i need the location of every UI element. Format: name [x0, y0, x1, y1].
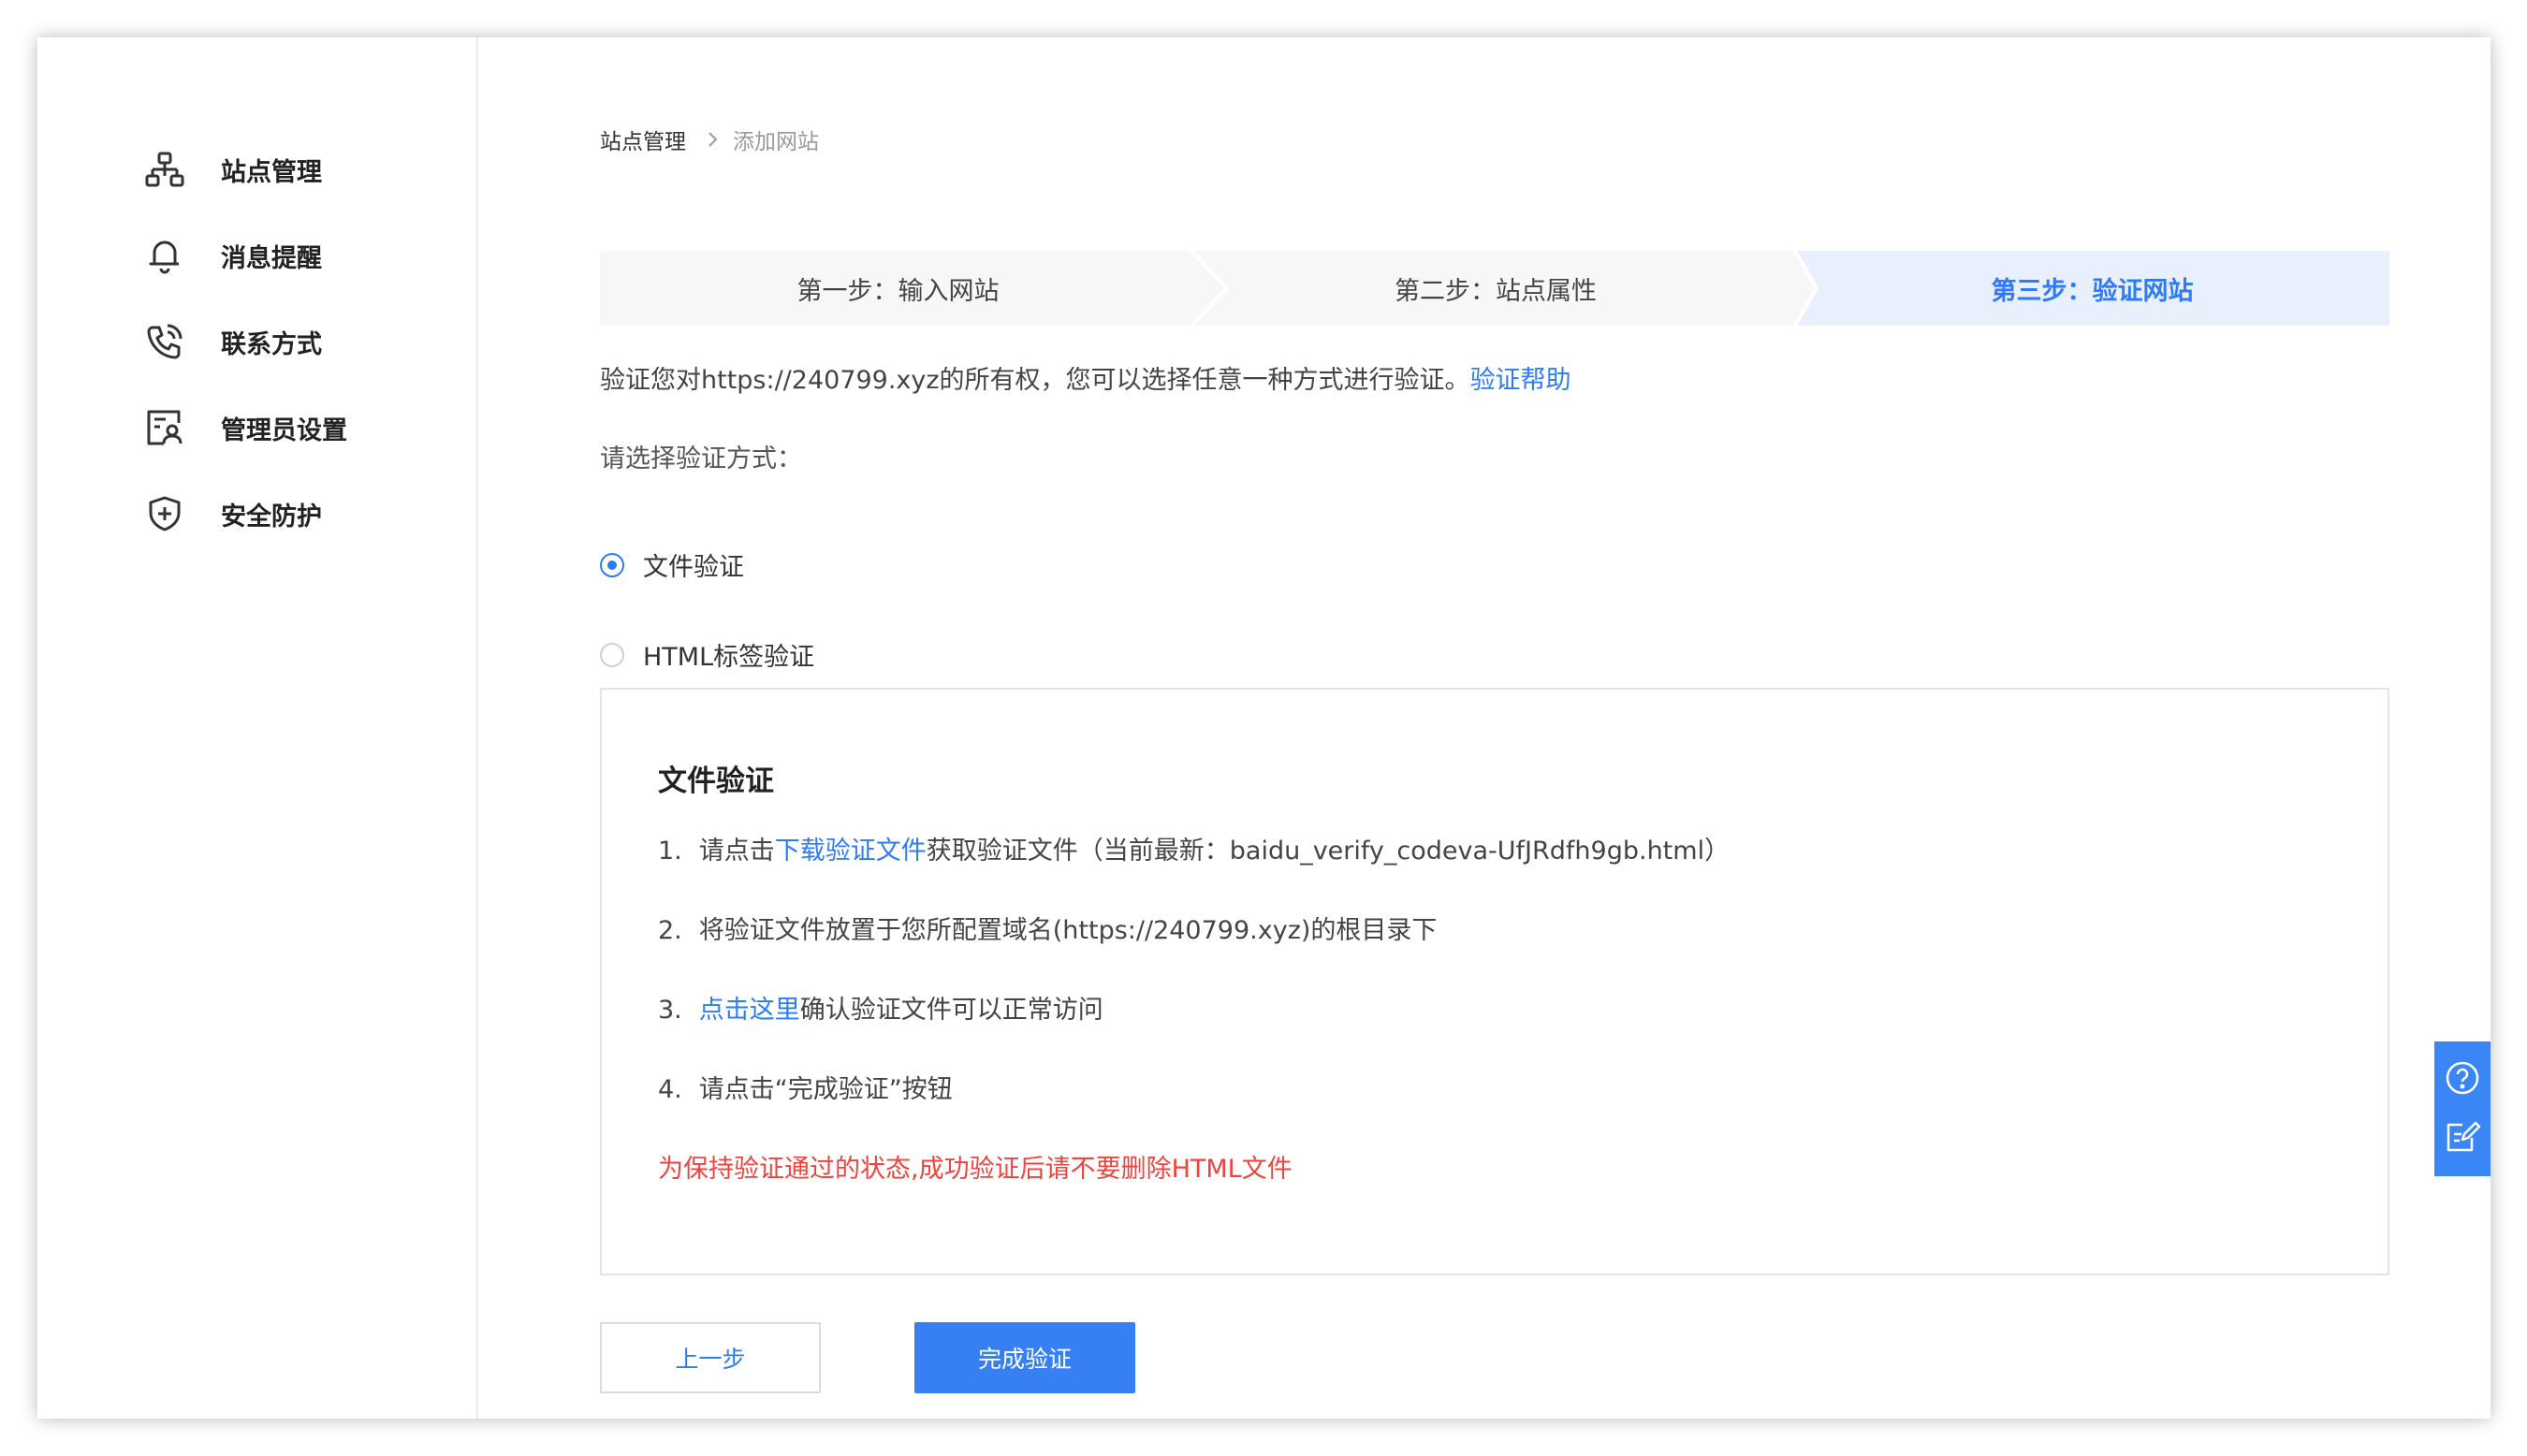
step-indicator: 第一步：输入网站 第二步：站点属性 第三步：验证网站 [600, 251, 2389, 326]
sidebar-item-label: 站点管理 [221, 157, 322, 187]
warning-text: 为保持验证通过的状态,成功验证后请不要删除HTML文件 [658, 1155, 1293, 1184]
sidebar-item-contact[interactable]: 联系方式 [144, 313, 322, 370]
chevron-right-icon [707, 130, 720, 149]
step-text: 确认验证文件可以正常访问 [799, 996, 1103, 1025]
help-circle-icon[interactable] [2444, 1059, 2481, 1100]
step-number: 4. [658, 1075, 682, 1104]
edit-note-icon[interactable] [2444, 1117, 2481, 1158]
instruction-step-1: 1. 请点击下载验证文件获取验证文件（当前最新：baidu_verify_code… [658, 830, 1730, 866]
sidebar: 站点管理 消息提醒 联系方式 管理员设置 安全防护 [37, 37, 478, 1419]
bell-icon [144, 235, 185, 276]
sidebar-item-site-management[interactable]: 站点管理 [144, 141, 322, 197]
radio-label: 文件验证 [643, 553, 744, 582]
floating-help-panel [2434, 1041, 2490, 1176]
complete-verification-button[interactable]: 完成验证 [914, 1322, 1135, 1393]
html-tag-verify-radio[interactable] [600, 642, 624, 667]
step-number: 3. [658, 996, 682, 1025]
step-1: 第一步：输入网站 [796, 276, 1000, 306]
verify-help-link[interactable]: 验证帮助 [1470, 366, 1571, 395]
step-text: 请点击“完成验证”按钮 [698, 1075, 953, 1104]
instruction-step-2: 2. 将验证文件放置于您所配置域名(https://240799.xyz)的根目录… [658, 910, 1437, 946]
sidebar-item-admin-settings[interactable]: 管理员设置 [144, 400, 347, 456]
instruction-step-4: 4. 请点击“完成验证”按钮 [658, 1069, 953, 1105]
sidebar-item-label: 安全防护 [221, 502, 322, 531]
choose-method-label: 请选择验证方式： [600, 444, 802, 473]
card-title: 文件验证 [658, 764, 774, 798]
step-text: 获取验证文件（当前最新：baidu_verify_codeva-UfJRdfh9… [926, 837, 1731, 866]
click-here-link[interactable]: 点击这里 [699, 996, 800, 1025]
step-number: 2. [658, 916, 682, 945]
previous-step-button[interactable]: 上一步 [600, 1322, 821, 1393]
radio-label: HTML标签验证 [643, 643, 815, 672]
download-verify-file-link[interactable]: 下载验证文件 [775, 837, 927, 866]
instruction-step-3: 3. 点击这里确认验证文件可以正常访问 [658, 989, 1103, 1026]
method-file-radio-option[interactable]: 文件验证 [600, 546, 744, 583]
sitemap-icon [144, 149, 185, 190]
breadcrumb-root-link[interactable]: 站点管理 [600, 124, 686, 155]
shield-plus-icon [144, 493, 185, 534]
intro-text: 验证您对https://240799.xyz的所有权，您可以选择任意一种方式进行… [600, 366, 1470, 395]
breadcrumb-current: 添加网站 [733, 130, 819, 154]
sidebar-item-label: 消息提醒 [221, 243, 322, 273]
sidebar-item-label: 管理员设置 [221, 415, 347, 445]
sidebar-item-security[interactable]: 安全防护 [144, 486, 322, 542]
step-3: 第三步：验证网站 [1991, 276, 2194, 306]
file-verify-radio[interactable] [600, 552, 624, 577]
breadcrumb: 站点管理 添加网站 [600, 124, 819, 155]
main-content: 站点管理 添加网站 第一步：输入网站 第二步：站点属性 第三步：验证网站 验证您… [478, 37, 2490, 1419]
step-text: 将验证文件放置于您所配置域名(https://240799.xyz)的根目录下 [698, 916, 1438, 945]
phone-icon [144, 321, 185, 362]
step-number: 1. [658, 837, 682, 866]
step-2: 第二步：站点属性 [1395, 276, 1597, 306]
ownership-intro: 验证您对https://240799.xyz的所有权，您可以选择任意一种方式进行… [600, 359, 1571, 396]
app-window: 站点管理 消息提醒 联系方式 管理员设置 安全防护 站点管理 添加网站 第一步：… [37, 37, 2490, 1419]
method-html-radio-option[interactable]: HTML标签验证 [600, 636, 814, 673]
sidebar-item-notifications[interactable]: 消息提醒 [144, 227, 322, 284]
file-verify-card: 文件验证 1. 请点击下载验证文件获取验证文件（当前最新：baidu_verify… [600, 688, 2389, 1275]
admin-user-icon [144, 407, 185, 448]
step-text: 请点击 [698, 837, 775, 866]
sidebar-item-label: 联系方式 [221, 329, 322, 359]
